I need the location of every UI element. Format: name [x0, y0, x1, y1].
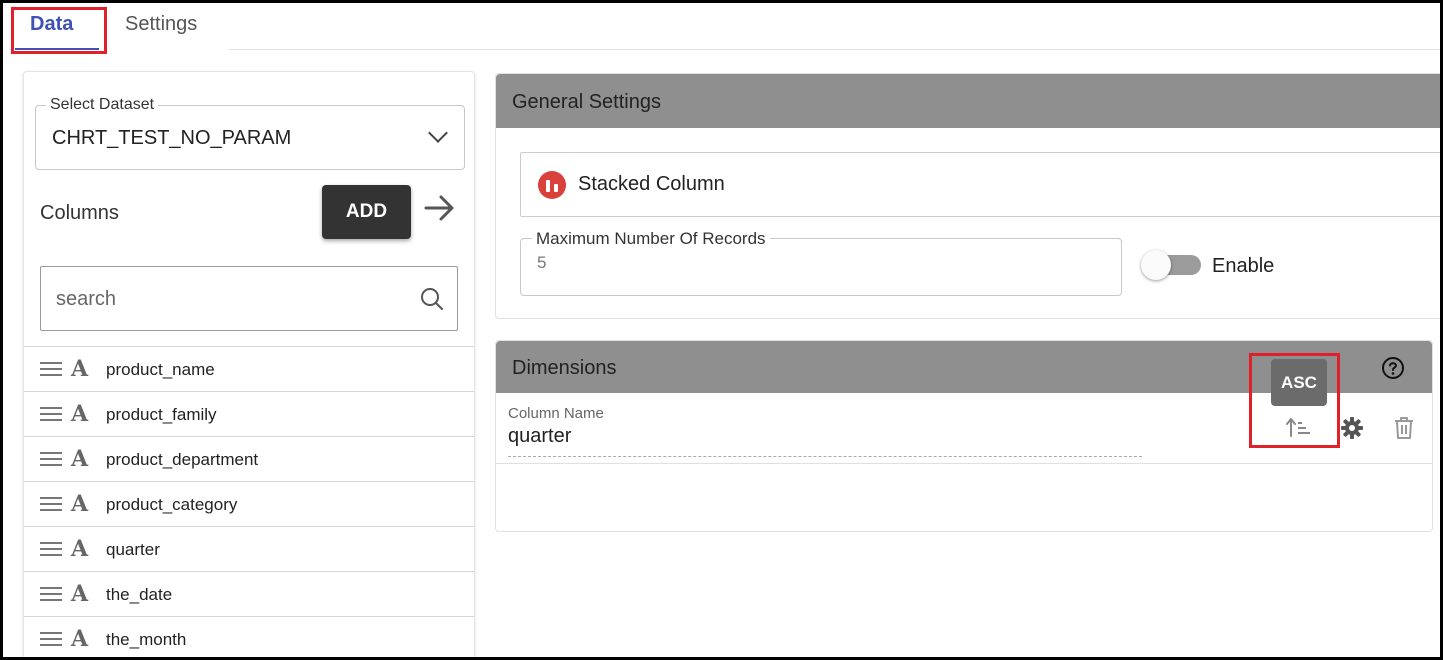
list-item[interactable]: A quarter: [24, 526, 474, 571]
trash-icon[interactable]: [1393, 416, 1415, 440]
column-label: product_family: [106, 405, 217, 424]
text-type-icon: A: [71, 401, 89, 427]
search-icon[interactable]: [419, 286, 445, 312]
dimension-row-divider: [496, 463, 1432, 464]
text-type-icon: A: [71, 446, 89, 472]
max-records-field[interactable]: Maximum Number Of Records 5: [520, 229, 1122, 296]
column-name-value[interactable]: quarter: [508, 425, 571, 448]
arrow-right-icon[interactable]: [424, 194, 456, 222]
drag-handle-icon[interactable]: [40, 452, 62, 466]
chart-type-label: Stacked Column: [578, 173, 725, 195]
dataset-select[interactable]: Select Dataset CHRT_TEST_NO_PARAM: [35, 96, 465, 170]
text-type-icon: A: [71, 626, 89, 652]
drag-handle-icon[interactable]: [40, 587, 62, 601]
column-label: the_month: [106, 630, 187, 649]
enable-label: Enable: [1212, 255, 1275, 277]
dimensions-title: Dimensions: [512, 357, 617, 379]
column-name-underline: [508, 456, 1142, 457]
drag-handle-icon[interactable]: [40, 407, 62, 421]
drag-handle-icon[interactable]: [40, 497, 62, 511]
add-button[interactable]: ADD: [322, 185, 411, 239]
text-type-icon: A: [71, 491, 89, 517]
list-item[interactable]: A product_family: [24, 391, 474, 436]
list-item[interactable]: A the_date: [24, 571, 474, 616]
column-label: quarter: [106, 540, 160, 559]
columns-panel: Select Dataset CHRT_TEST_NO_PARAM Column…: [23, 71, 475, 657]
help-icon[interactable]: [1381, 356, 1405, 380]
search-input[interactable]: [56, 285, 396, 313]
column-label: product_department: [106, 450, 259, 469]
list-item[interactable]: A the_month: [24, 616, 474, 657]
text-type-icon: A: [71, 356, 89, 382]
drag-handle-icon[interactable]: [40, 362, 62, 376]
column-label: product_name: [106, 360, 215, 379]
column-list: A product_name A product_family A produc…: [24, 346, 474, 657]
column-name-label: Column Name: [508, 405, 604, 422]
stacked-column-chart-icon: [538, 171, 566, 199]
dataset-select-label: Select Dataset: [46, 96, 159, 114]
column-label: the_date: [106, 585, 173, 604]
drag-handle-icon[interactable]: [40, 542, 62, 556]
columns-title: Columns: [40, 202, 119, 224]
dataset-select-value: CHRT_TEST_NO_PARAM: [52, 127, 292, 149]
text-type-icon: A: [71, 536, 89, 562]
general-settings-header: General Settings: [496, 74, 1440, 128]
highlight-box-tab: [11, 7, 107, 54]
chevron-down-icon[interactable]: [428, 123, 448, 143]
list-item[interactable]: A product_department: [24, 436, 474, 481]
search-field[interactable]: [40, 266, 458, 331]
column-label: product_category: [106, 495, 238, 514]
max-records-label: Maximum Number Of Records: [532, 229, 770, 249]
drag-handle-icon[interactable]: [40, 632, 62, 646]
tab-settings[interactable]: Settings: [125, 13, 197, 36]
max-records-input[interactable]: 5: [537, 253, 546, 273]
highlight-box-sort: [1249, 353, 1340, 448]
text-type-icon: A: [71, 581, 89, 607]
gear-icon[interactable]: [1340, 416, 1364, 440]
general-settings-title: General Settings: [512, 91, 661, 113]
enable-toggle-thumb[interactable]: [1141, 250, 1171, 280]
list-item[interactable]: A product_category: [24, 481, 474, 526]
app-frame: Data Settings Select Dataset CHRT_TEST_N…: [0, 0, 1443, 660]
list-item[interactable]: A product_name: [24, 346, 474, 391]
chart-type-select[interactable]: Stacked Column: [520, 152, 1440, 217]
tabs-divider: [229, 49, 1440, 50]
general-settings-panel: General Settings Stacked Column Maximum …: [495, 73, 1440, 319]
